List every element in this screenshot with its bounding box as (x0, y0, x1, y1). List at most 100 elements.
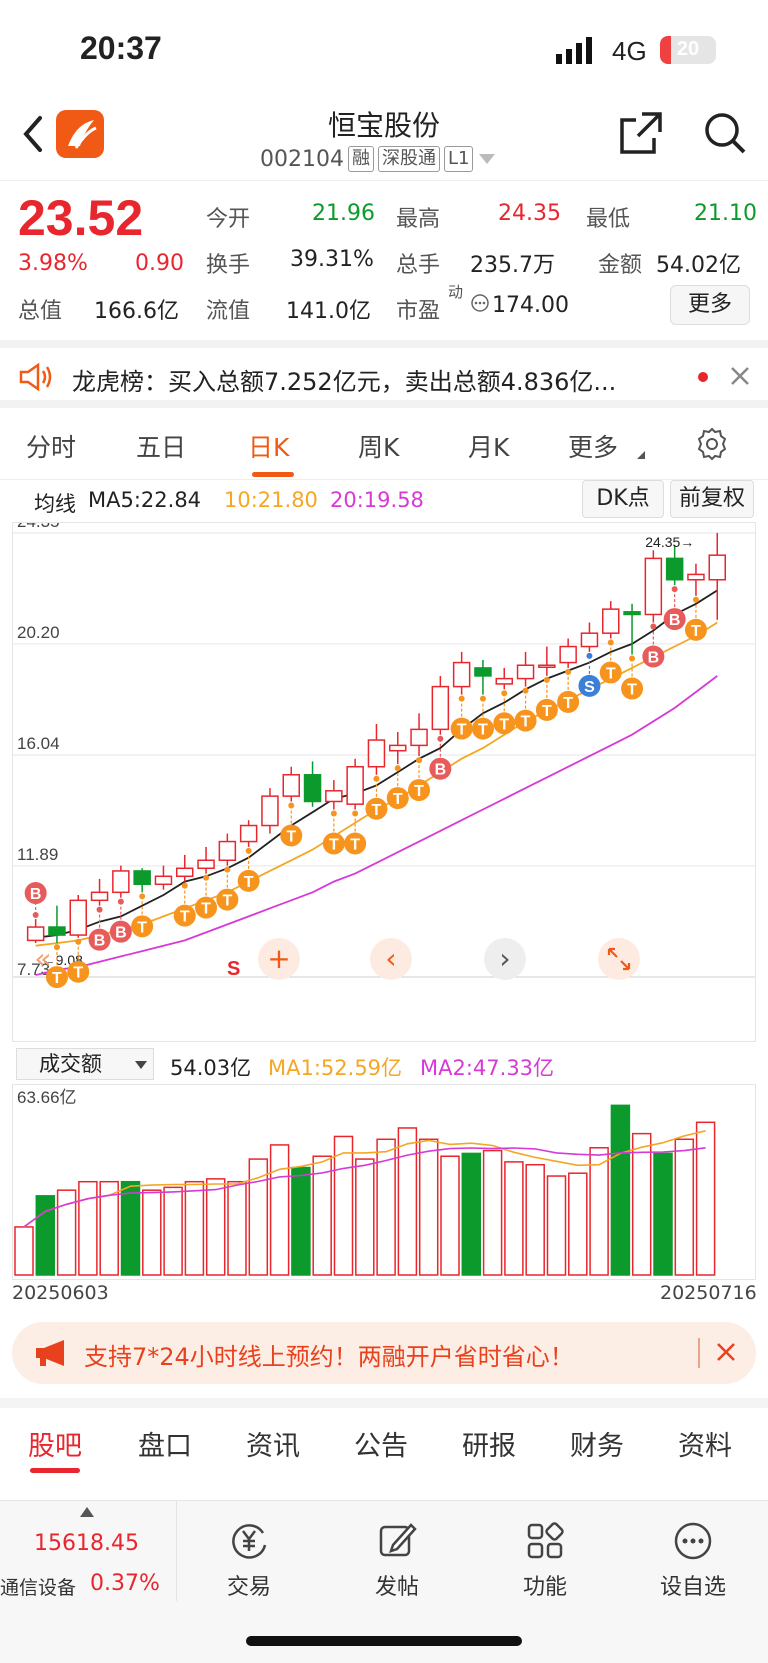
candle (154, 875, 173, 886)
tab-research[interactable]: 研报 (462, 1424, 516, 1463)
close-icon[interactable] (730, 366, 750, 386)
battery-level: 20 (676, 38, 700, 60)
volume-bar (440, 1155, 460, 1276)
kline-svg: 24.3520.2016.0411.897.7324.35→←9.08BTTBB… (13, 512, 755, 989)
signal-dot (522, 687, 529, 694)
candle (538, 664, 556, 668)
volume-chart[interactable]: 63.66亿 (12, 1084, 756, 1280)
tab-finance[interactable]: 财务 (570, 1424, 624, 1463)
signal-label: B (115, 925, 127, 942)
candle (325, 790, 343, 803)
candle (602, 608, 620, 634)
caret-icon (637, 451, 645, 459)
kline-chart[interactable]: 24.3520.2016.0411.897.7324.35→←9.08BTTBB… (12, 512, 756, 1042)
candle (644, 557, 663, 616)
dragon-tiger-notice[interactable]: 龙虎榜：买入总额7.252亿元，卖出总额4.836亿... (0, 340, 768, 408)
volume-select[interactable]: 成交额 (16, 1048, 154, 1080)
tab-5day[interactable]: 五日 (136, 428, 186, 464)
functions-button[interactable]: 功能 (490, 1519, 600, 1601)
tab-news[interactable]: 资讯 (246, 1424, 300, 1463)
promo-banner[interactable]: 支持7*24小时线上预约！两融开户省时省心！ (12, 1322, 756, 1384)
close-promo-icon[interactable] (716, 1342, 736, 1362)
adjust-button[interactable]: 前复权 (670, 480, 754, 518)
trade-button[interactable]: 交易 (194, 1519, 304, 1601)
fullscreen-button-bg (598, 938, 640, 980)
zoom-in-button[interactable]: + (258, 938, 300, 980)
volume-bar (163, 1186, 183, 1276)
trade-label: 交易 (226, 1575, 271, 1600)
signal-dot (501, 690, 508, 697)
battery-icon: 20 (660, 36, 716, 64)
signal-dot (203, 874, 210, 881)
tab-more[interactable]: 更多 (568, 428, 618, 464)
add-watchlist-label: 设自选 (659, 1575, 726, 1600)
signal-dot (117, 898, 124, 905)
signal-label: T (73, 965, 83, 982)
promo-text: 支持7*24小时线上预约！两融开户省时省心！ (84, 1343, 574, 1371)
tab-monthly-k[interactable]: 月K (468, 428, 509, 464)
amount-value: 54.02亿 (656, 253, 741, 278)
candle (452, 661, 471, 688)
turnover-label: 换手 (206, 253, 251, 278)
share-icon[interactable] (618, 110, 664, 156)
functions-label: 功能 (522, 1575, 567, 1600)
volume-value: 54.03亿 (170, 1056, 252, 1080)
add-watchlist-button[interactable]: 设自选 (638, 1519, 748, 1601)
low-value: 21.10 (694, 201, 757, 226)
post-button[interactable]: 发帖 (342, 1519, 452, 1601)
gear-icon[interactable] (694, 426, 730, 462)
candle (218, 840, 237, 862)
tab-weekly-k[interactable]: 周K (358, 428, 399, 464)
signal-label: T (286, 828, 296, 845)
signal-icon (556, 37, 592, 64)
sector-name: 通信设备 (0, 1577, 77, 1599)
ma-legend: 均线 MA5:22.84 10:21.80 20:19.58 DK点 前复权 (0, 480, 768, 522)
signal-label: S (584, 679, 595, 696)
prev-button[interactable]: ‹ (370, 938, 412, 980)
pe-dynamic-mark: 动 (448, 283, 464, 301)
more-dots-icon (674, 1522, 712, 1560)
caret-up-icon (80, 1507, 94, 1517)
scroll-left-button-glyph: « (34, 942, 51, 975)
stock-code: 002104 (260, 146, 344, 172)
chevron-down-icon[interactable] (477, 152, 497, 166)
notice-text: 龙虎榜：买入总额7.252亿元，卖出总额4.836亿... (72, 368, 617, 396)
volume-bar (142, 1189, 162, 1276)
dk-point-button[interactable]: DK点 (582, 480, 664, 518)
next-button[interactable]: › (484, 938, 526, 980)
tab-daily-k[interactable]: 日K (248, 428, 289, 464)
edit-icon (379, 1523, 417, 1557)
info-icon[interactable] (470, 293, 490, 313)
scroll-left-button[interactable]: « (22, 938, 64, 980)
volume-ma1: MA1:52.59亿 (268, 1056, 403, 1080)
signal-label: T (180, 909, 190, 926)
tab-intraday[interactable]: 分时 (26, 428, 76, 464)
volume-bar (418, 1138, 439, 1276)
signal-label: T (563, 695, 573, 712)
tab-announcements[interactable]: 公告 (354, 1424, 408, 1463)
signal-label: T (521, 714, 531, 731)
index-value[interactable]: 15618.45 (34, 1531, 139, 1556)
tab-orderbook[interactable]: 盘口 (138, 1424, 192, 1463)
volume-bar (333, 1135, 354, 1276)
candle (303, 774, 322, 803)
signal-label: T (244, 874, 254, 891)
ma5-value: MA5:22.84 (88, 488, 202, 512)
fullscreen-button[interactable] (598, 938, 640, 980)
signal-label: B (648, 649, 660, 666)
tab-profile[interactable]: 资料 (678, 1424, 732, 1463)
current-price: 23.52 (18, 190, 144, 246)
tab-forum[interactable]: 股吧 (28, 1424, 82, 1463)
volume-label: 总手 (396, 253, 441, 278)
more-button[interactable]: 更多 (670, 285, 750, 325)
home-indicator (246, 1636, 522, 1646)
candle (346, 766, 364, 805)
candle (516, 664, 535, 680)
y-tick-label: 16.04 (17, 734, 60, 753)
candle (197, 859, 215, 870)
signal-dot (586, 652, 593, 659)
candle (410, 728, 428, 747)
open-label: 今开 (206, 207, 251, 232)
search-icon[interactable] (702, 110, 748, 156)
candle (239, 824, 258, 843)
